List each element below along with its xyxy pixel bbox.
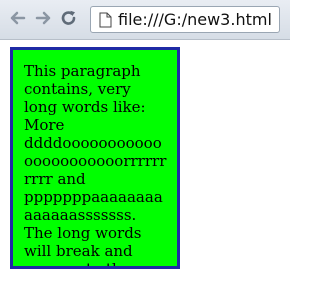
forward-arrow-icon[interactable] [34,9,52,27]
page-content: This paragraph contains, very long words… [0,40,290,285]
paragraph-text: This paragraph contains, very long words… [24,62,167,269]
address-text: file:///G:/new3.html [118,10,272,29]
back-arrow-icon[interactable] [9,9,27,27]
reload-icon[interactable] [60,9,78,27]
address-bar[interactable]: file:///G:/new3.html [90,6,280,33]
document-icon [99,12,112,28]
browser-toolbar: file:///G:/new3.html [0,0,290,40]
green-bordered-box: This paragraph contains, very long words… [10,47,180,269]
